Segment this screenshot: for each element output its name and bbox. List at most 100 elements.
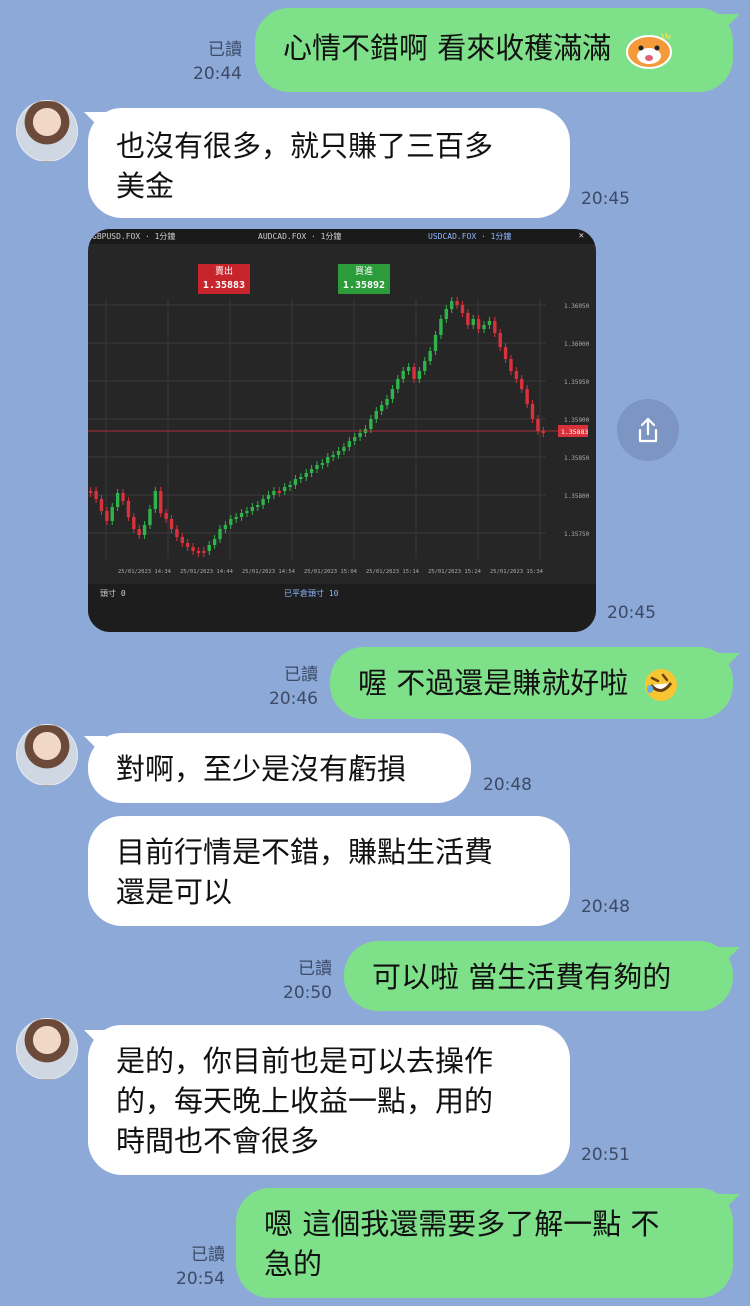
- candle: [293, 479, 298, 485]
- candle: [229, 519, 233, 525]
- message-line: 嗯 這個我還需要多了解一點 不: [264, 1207, 660, 1241]
- candle: [137, 529, 141, 535]
- candle: [455, 301, 459, 305]
- candle: [115, 493, 120, 507]
- candle: [487, 321, 492, 325]
- message-text: 可以啦 當生活費有夠的: [372, 960, 672, 994]
- candle: [212, 539, 217, 545]
- message-text: 心情不錯啊 看來收穫滿滿: [283, 31, 612, 65]
- candle: [299, 477, 303, 479]
- timestamp: 20:51: [581, 1145, 630, 1165]
- candle: [406, 367, 411, 371]
- candle: [401, 371, 405, 379]
- share-icon: [638, 417, 658, 443]
- candle: [315, 465, 319, 469]
- message-text: 喔 不過還是賺就好啦: [358, 666, 629, 700]
- candle: [304, 473, 308, 477]
- message-line: 時間也不會很多: [116, 1124, 320, 1158]
- candle: [159, 491, 163, 513]
- candle: [353, 437, 357, 441]
- candle: [153, 491, 158, 509]
- candle: [331, 455, 335, 457]
- message-bubble[interactable]: 是的，你目前也是可以去操作 的，每天晚上收益一點，用的 時間也不會很多: [88, 1025, 570, 1175]
- candle: [245, 511, 249, 513]
- candle: [520, 379, 524, 389]
- message-line: 急的: [264, 1247, 323, 1281]
- candle: [105, 511, 109, 521]
- candle: [169, 519, 174, 529]
- price-tick-label: 1.35800: [564, 493, 590, 500]
- candle: [493, 321, 497, 333]
- time-tick-label: 25/01/2023 14:54: [242, 569, 296, 575]
- candle: [336, 451, 341, 455]
- timestamp: 20:48: [483, 775, 532, 795]
- candle: [239, 513, 244, 517]
- candle: [175, 529, 179, 537]
- read-status: 已讀 20:50: [283, 959, 332, 1003]
- candle: [164, 513, 168, 519]
- price-tick-label: 1.36050: [564, 303, 590, 310]
- message-line: 還是可以: [116, 875, 233, 909]
- candle: [342, 447, 346, 451]
- time-tick-label: 25/01/2023 15:24: [428, 569, 482, 575]
- time-tick-label: 25/01/2023 14:34: [118, 569, 172, 575]
- candle: [536, 419, 540, 431]
- candle: [530, 404, 535, 419]
- message-bubble[interactable]: 喔 不過還是賺就好啦: [330, 647, 733, 719]
- trading-chart-image[interactable]: GBPUSD.FOX · 1分鐘 AUDCAD.FOX · 1分鐘 USDCAD…: [88, 229, 596, 632]
- candle: [250, 507, 255, 511]
- candle: [471, 319, 475, 325]
- read-status: 已讀 20:54: [176, 1245, 225, 1289]
- footer-closed-positions: 已平倉頭寸 10: [284, 589, 339, 598]
- message-line: 是的，你目前也是可以去操作: [116, 1044, 494, 1078]
- candle: [379, 405, 384, 411]
- message-bubble[interactable]: 心情不錯啊 看來收穫滿滿: [255, 8, 733, 92]
- candle: [503, 347, 508, 359]
- candle: [309, 469, 314, 473]
- price-tick-label: 1.35900: [564, 417, 590, 424]
- candle: [272, 491, 276, 495]
- message-line: 也沒有很多，就只賺了三百多: [116, 129, 494, 163]
- avatar[interactable]: [16, 1018, 78, 1080]
- candle: [525, 389, 529, 404]
- avatar[interactable]: [16, 724, 78, 786]
- candle: [202, 551, 206, 553]
- candle: [358, 433, 362, 437]
- candle: [476, 319, 481, 329]
- message-bubble[interactable]: 可以啦 當生活費有夠的: [344, 941, 733, 1011]
- candle: [374, 411, 378, 419]
- candle: [450, 301, 454, 309]
- message-bubble[interactable]: 嗯 這個我還需要多了解一點 不 急的: [236, 1188, 733, 1298]
- message-line: 目前行情是不錯，賺點生活費: [116, 835, 494, 869]
- message-bubble[interactable]: 目前行情是不錯，賺點生活費 還是可以: [88, 816, 570, 926]
- candle: [196, 551, 201, 553]
- avatar[interactable]: [16, 100, 78, 162]
- share-button[interactable]: [617, 399, 679, 461]
- rofl-emoji-icon: [645, 669, 678, 701]
- message-bubble[interactable]: 也沒有很多，就只賺了三百多 美金: [88, 108, 570, 218]
- footer-positions: 頭寸 0: [100, 589, 126, 598]
- candle: [89, 491, 93, 493]
- timestamp: 20:45: [581, 189, 630, 209]
- candle: [326, 457, 330, 463]
- candle: [509, 359, 513, 371]
- candle: [369, 419, 373, 429]
- candle: [439, 319, 443, 335]
- candle: [444, 309, 449, 319]
- candle: [466, 313, 470, 325]
- price-tick-label: 1.35950: [564, 379, 590, 386]
- candle: [121, 493, 125, 501]
- candle: [94, 491, 98, 499]
- cat-sticker-icon: [626, 32, 673, 69]
- candle: [110, 507, 114, 521]
- time-tick-label: 25/01/2023 15:04: [304, 569, 358, 575]
- timestamp: 20:45: [607, 603, 656, 623]
- message-bubble[interactable]: 對啊，至少是沒有虧損: [88, 733, 471, 803]
- candle: [282, 487, 287, 491]
- candle: [132, 517, 136, 529]
- candle: [417, 371, 422, 379]
- time-tick-label: 25/01/2023 15:14: [366, 569, 420, 575]
- candle: [277, 491, 281, 493]
- candle: [433, 335, 438, 351]
- candle: [191, 547, 195, 551]
